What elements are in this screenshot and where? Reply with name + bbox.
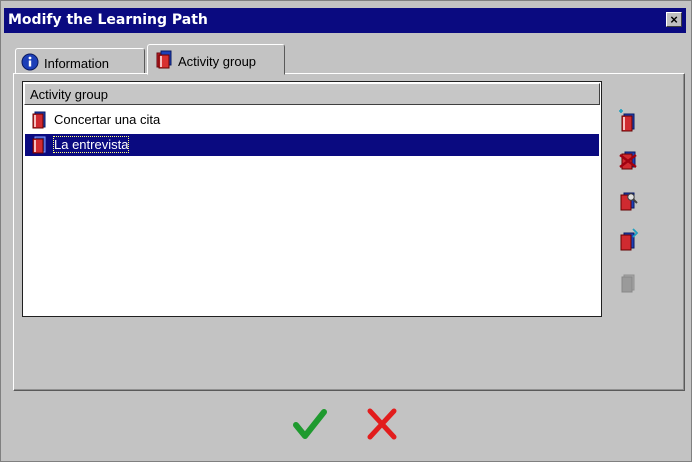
dialog-window: Modify the Learning Path × Information A… (0, 0, 692, 462)
disabled-group-icon (621, 274, 635, 293)
close-button[interactable]: × (666, 12, 682, 27)
tab-information[interactable]: Information (15, 48, 145, 74)
add-group-icon (619, 109, 635, 132)
tab-information-label: Information (44, 56, 110, 71)
book-icon (154, 49, 174, 72)
ok-button[interactable] (292, 406, 328, 442)
delete-group-button[interactable] (616, 147, 640, 173)
cancel-button[interactable] (364, 406, 400, 442)
list-item-label: Concertar una cita (54, 112, 161, 127)
list-item-label: La entrevista (52, 136, 130, 153)
list-item[interactable]: Concertar una cita (25, 109, 599, 131)
edit-group-button[interactable] (616, 188, 640, 214)
checkmark-icon (293, 409, 327, 439)
move-group-button[interactable] (616, 227, 640, 253)
disabled-group-button (616, 269, 640, 295)
tab-activity-group[interactable]: Activity group (147, 44, 285, 75)
add-group-button[interactable] (616, 108, 640, 134)
activity-group-list[interactable]: Activity group Concertar una cita La ent… (22, 81, 602, 317)
book-icon (31, 111, 49, 132)
tab-activity-group-label: Activity group (178, 54, 257, 69)
edit-group-icon (620, 192, 638, 211)
list-item-selected[interactable]: La entrevista (25, 134, 599, 156)
info-icon (21, 53, 39, 74)
delete-group-icon (619, 151, 637, 170)
x-cancel-icon (367, 408, 397, 440)
window-title: Modify the Learning Path (8, 12, 208, 28)
book-icon (31, 136, 49, 157)
move-group-icon (620, 228, 639, 251)
title-bar[interactable]: Modify the Learning Path × (4, 8, 686, 33)
column-header-label: Activity group (30, 87, 109, 102)
list-column-header[interactable]: Activity group (24, 83, 600, 105)
